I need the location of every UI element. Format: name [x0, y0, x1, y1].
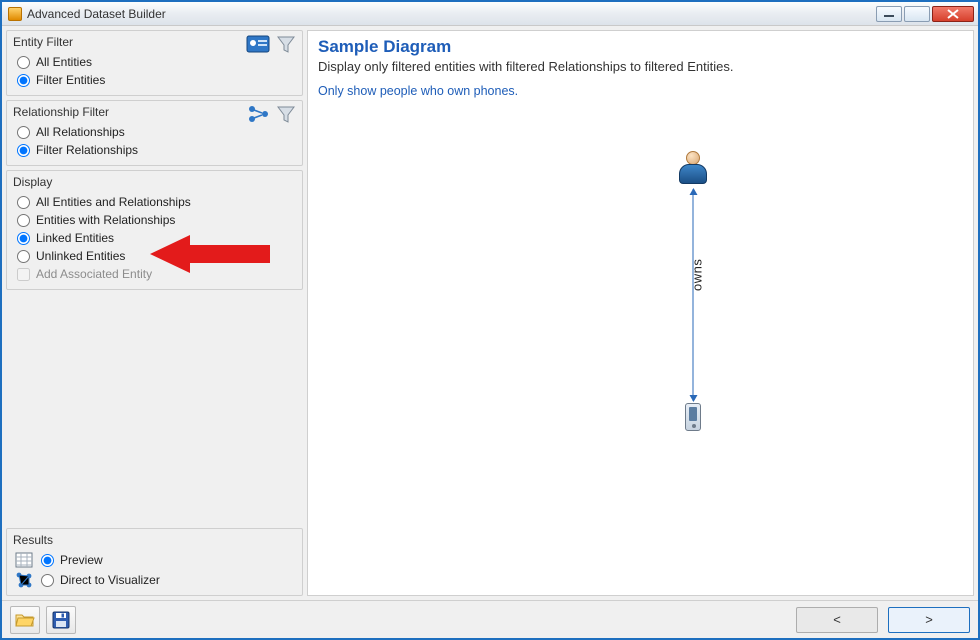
- network-icon: [15, 571, 33, 589]
- display-with-rel-radio[interactable]: [17, 214, 30, 227]
- relationship-filter-all-option[interactable]: All Relationships: [13, 123, 296, 141]
- diagram-edge-label: owns: [689, 259, 704, 291]
- floppy-disk-icon: [52, 611, 70, 629]
- save-button[interactable]: [46, 606, 76, 634]
- left-panel: Entity Filter All Entities Filter Entiti…: [2, 26, 307, 600]
- close-button[interactable]: [932, 6, 974, 22]
- app-icon: [8, 7, 22, 21]
- id-card-icon: [246, 35, 270, 55]
- grid-icon: [15, 551, 33, 569]
- sample-diagram: owns: [663, 151, 723, 431]
- relationship-filter-all-radio[interactable]: [17, 126, 30, 139]
- display-unlinked-label: Unlinked Entities: [36, 249, 125, 263]
- preview-title: Sample Diagram: [318, 37, 963, 57]
- display-linked-radio[interactable]: [17, 232, 30, 245]
- right-panel: Sample Diagram Display only filtered ent…: [307, 26, 978, 600]
- entity-filter-all-label: All Entities: [36, 55, 92, 69]
- display-header: Display: [13, 175, 296, 189]
- bottom-toolbar: < >: [2, 600, 978, 638]
- display-with-rel-label: Entities with Relationships: [36, 213, 175, 227]
- relationship-filter-group: Relationship Filter All Relationships Fi…: [6, 100, 303, 166]
- display-linked-label: Linked Entities: [36, 231, 114, 245]
- person-icon: [675, 151, 711, 187]
- funnel-icon: [276, 105, 296, 125]
- display-linked-option[interactable]: Linked Entities: [13, 229, 296, 247]
- results-direct-radio[interactable]: [41, 574, 54, 587]
- display-all-label: All Entities and Relationships: [36, 195, 191, 209]
- entity-filter-all-radio[interactable]: [17, 56, 30, 69]
- back-button[interactable]: <: [796, 607, 878, 633]
- funnel-icon: [276, 35, 296, 55]
- results-group: Results Preview: [6, 528, 303, 596]
- folder-open-icon: [15, 612, 35, 628]
- diagram-edge: [692, 189, 693, 401]
- results-header: Results: [13, 533, 296, 547]
- entity-filter-filter-label: Filter Entities: [36, 73, 105, 87]
- relationship-filter-all-label: All Relationships: [36, 125, 125, 139]
- preview-subtitle: Display only filtered entities with filt…: [318, 59, 963, 74]
- next-button[interactable]: >: [888, 607, 970, 633]
- display-unlinked-option[interactable]: Unlinked Entities: [13, 247, 296, 265]
- entity-filter-all-option[interactable]: All Entities: [13, 53, 296, 71]
- display-with-rel-option[interactable]: Entities with Relationships: [13, 211, 296, 229]
- minimize-button[interactable]: [876, 6, 902, 22]
- entity-filter-filter-option[interactable]: Filter Entities: [13, 71, 296, 89]
- relationship-filter-filter-label: Filter Relationships: [36, 143, 138, 157]
- entity-filter-filter-radio[interactable]: [17, 74, 30, 87]
- window-titlebar: Advanced Dataset Builder: [2, 2, 978, 26]
- entity-filter-group: Entity Filter All Entities Filter Entiti…: [6, 30, 303, 96]
- display-assoc-option: Add Associated Entity: [13, 265, 296, 283]
- results-preview-label: Preview: [60, 553, 103, 567]
- window-title: Advanced Dataset Builder: [27, 7, 166, 21]
- preview-pane: Sample Diagram Display only filtered ent…: [307, 30, 974, 596]
- back-button-label: <: [833, 612, 841, 627]
- display-group: Display All Entities and Relationships E…: [6, 170, 303, 290]
- display-assoc-label: Add Associated Entity: [36, 267, 152, 281]
- link-nodes-icon: [248, 105, 270, 125]
- results-direct-label: Direct to Visualizer: [60, 573, 160, 587]
- relationship-filter-filter-radio[interactable]: [17, 144, 30, 157]
- results-preview-radio[interactable]: [41, 554, 54, 567]
- display-unlinked-radio[interactable]: [17, 250, 30, 263]
- display-all-option[interactable]: All Entities and Relationships: [13, 193, 296, 211]
- next-button-label: >: [925, 612, 933, 627]
- phone-icon: [685, 403, 701, 431]
- display-assoc-checkbox: [17, 268, 30, 281]
- preview-hint: Only show people who own phones.: [318, 84, 963, 98]
- maximize-button[interactable]: [904, 6, 930, 22]
- relationship-filter-filter-option[interactable]: Filter Relationships: [13, 141, 296, 159]
- content-area: Entity Filter All Entities Filter Entiti…: [2, 26, 978, 600]
- results-direct-option[interactable]: Direct to Visualizer: [41, 573, 160, 587]
- open-button[interactable]: [10, 606, 40, 634]
- window-controls: [876, 6, 974, 22]
- results-preview-option[interactable]: Preview: [41, 553, 103, 567]
- display-all-radio[interactable]: [17, 196, 30, 209]
